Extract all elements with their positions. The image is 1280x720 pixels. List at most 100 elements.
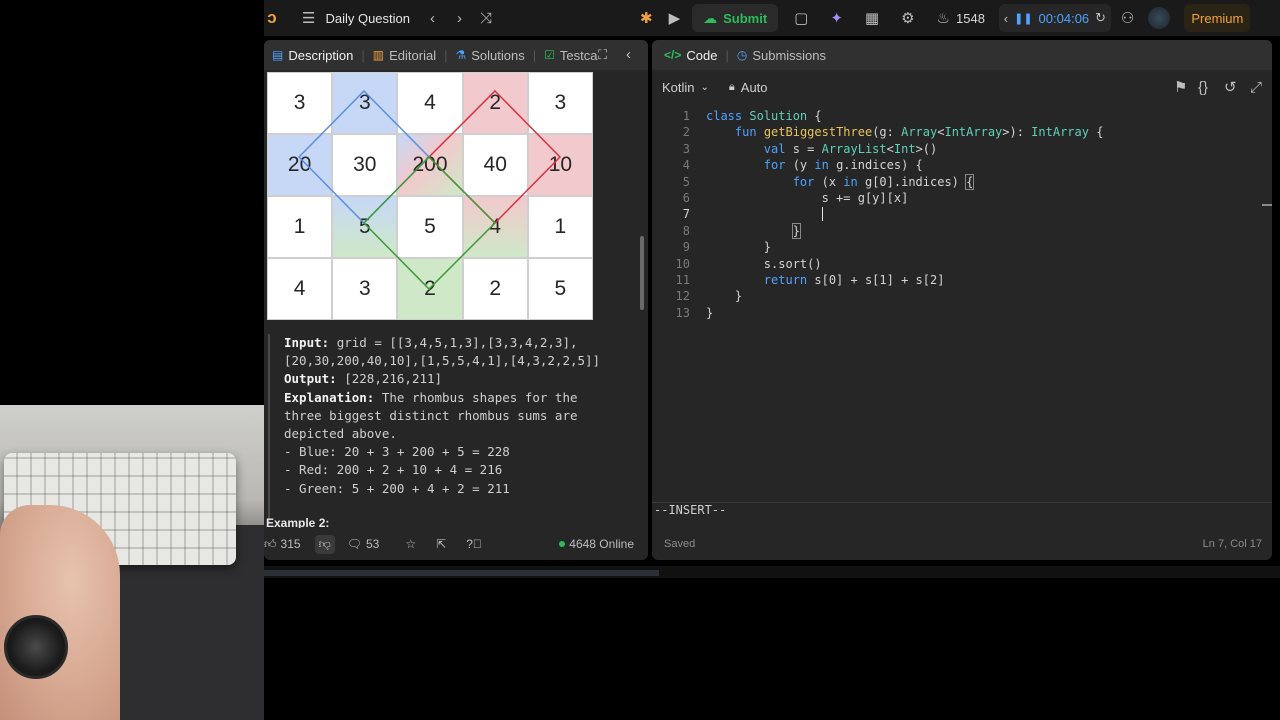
thumbs-up-icon: 👍︎	[264, 536, 277, 551]
pause-icon[interactable]: ❚❚	[1014, 12, 1032, 25]
wristwatch	[4, 615, 68, 679]
online-dot-icon	[559, 541, 566, 547]
code-text: }	[791, 222, 801, 239]
list-icon[interactable]: ☰	[302, 9, 315, 27]
code-line: 2 fun getBiggestThree(g: Array<IntArray>…	[652, 124, 1272, 140]
tab-testcases[interactable]: ☑ Testca	[536, 40, 605, 70]
code-line: 4 for (y in g.indices) {	[652, 157, 1272, 173]
code-line: 1 class Solution {	[652, 108, 1272, 124]
premium-button[interactable]: Premium	[1184, 4, 1251, 32]
bookmark-icon[interactable]: ⚑	[1174, 78, 1187, 96]
bullet-red: - Red: 200 + 2 + 10 + 4 = 216	[284, 462, 503, 478]
code-line: 6 s += g[y][x]	[652, 190, 1272, 206]
note-icon[interactable]: ▢	[794, 9, 808, 27]
code-text: class Solution {	[706, 109, 822, 123]
output-label: Output:	[284, 371, 337, 387]
collapse-chevron-icon[interactable]: ‹	[626, 46, 631, 63]
line-number: 13	[675, 305, 690, 320]
comments-button[interactable]: 🗨︎ 53	[347, 537, 380, 551]
reset-icon[interactable]: ↻	[1095, 10, 1106, 26]
language-select[interactable]: Kotlin ⌄	[662, 80, 709, 95]
description-footer: 👍︎ 315 👎︎ 🗨︎ 53 ☆ ⇱ ?⃝ 4648 Online	[264, 528, 648, 560]
code-brackets-icon: </>	[664, 48, 682, 62]
output-value: [228,216,211]	[344, 371, 443, 387]
bullet-green: - Green: 5 + 200 + 4 + 2 = 211	[284, 480, 510, 496]
timer-value: 00:04:06	[1038, 10, 1090, 26]
editor-toolbar: Kotlin ⌄ 🔒︎ Auto ⚑ {} ↺ ⤢	[652, 74, 1272, 100]
next-problem-chevron-icon[interactable]: ›	[457, 10, 462, 27]
avatar[interactable]	[1148, 7, 1171, 29]
code-text: val s = ArrayList<Int>()	[763, 141, 938, 156]
example-explanation-line-2: three biggest distinct rhombus sums are	[284, 407, 578, 423]
example-explanation-line-3: depicted above.	[284, 426, 397, 442]
code-panel: </> Code | ◷ Submissions Kotlin ⌄ 🔒︎ Aut…	[652, 40, 1272, 560]
tab-editorial[interactable]: ▥ Editorial	[365, 40, 444, 70]
timer-widget[interactable]: ‹ ❚❚ 00:04:06 ↻	[998, 4, 1111, 32]
settings-gear-icon[interactable]: ⚙	[901, 9, 914, 27]
example-output-line: Output: [228,216,211]	[284, 370, 648, 388]
editor-scroll-marker[interactable]	[1262, 204, 1272, 206]
streak-count[interactable]: 1548	[956, 11, 985, 26]
debug-bug-icon[interactable]: ✱	[640, 9, 653, 27]
submit-button[interactable]: ☁ Submit	[692, 4, 779, 32]
solutions-flask-icon: ⚗	[455, 48, 467, 62]
tab-solutions-label: Solutions	[471, 47, 525, 63]
code-line: 9 }	[652, 239, 1272, 255]
streak-fire-icon[interactable]: ♨	[937, 9, 950, 27]
dislike-button[interactable]: 👎︎	[314, 534, 335, 554]
help-icon[interactable]: ?⃝	[466, 537, 482, 551]
top-bar: ↄ ☰ Daily Question ‹ › ⤨ ✱ ▶ ☁ Submit ▢ …	[264, 0, 1280, 36]
tab-code[interactable]: </> Code	[652, 40, 725, 70]
layout-grid-icon[interactable]: ▦	[865, 9, 879, 27]
line-number: 8	[682, 223, 690, 238]
tab-testcases-label: Testca	[559, 47, 598, 63]
editor-footer: Saved Ln 7, Col 17	[652, 528, 1272, 560]
like-button[interactable]: 👍︎ 315	[264, 537, 301, 552]
bottom-strip	[264, 566, 1280, 578]
favorite-star-icon[interactable]: ☆	[405, 537, 416, 551]
tab-submissions-label: Submissions	[752, 47, 827, 63]
reset-code-icon[interactable]: ↺	[1224, 78, 1237, 96]
testcase-check-icon: ☑	[544, 48, 555, 62]
problem-list-title[interactable]: Daily Question	[325, 11, 410, 26]
expand-icon[interactable]: ⛶	[598, 47, 607, 63]
line-number: 4	[682, 158, 690, 173]
online-indicator: 4648 Online	[559, 537, 634, 551]
code-editor[interactable]: 1 class Solution { 2 fun getBiggestThree(…	[652, 108, 1272, 508]
share-icon[interactable]: ⇱	[436, 537, 446, 551]
saved-status: Saved	[664, 538, 696, 550]
example-input-line: Input: grid = [[3,4,5,1,3],[3,3,4,2,3],	[284, 334, 648, 352]
webcam-overlay	[0, 405, 264, 720]
tab-description[interactable]: ▤ Description	[264, 40, 361, 70]
code-text: fun getBiggestThree(g: Array<IntArray>):…	[734, 125, 1104, 140]
code-line: 7	[652, 206, 1272, 222]
add-user-icon[interactable]: ⚇	[1121, 9, 1134, 27]
code-line: 13}	[652, 305, 1272, 321]
right-tabs: </> Code | ◷ Submissions	[652, 40, 1272, 70]
line-number: 6	[682, 190, 690, 205]
blue-rhombus	[297, 89, 431, 225]
code-text: }	[706, 305, 714, 320]
line-number: 1	[682, 109, 690, 123]
lock-icon: 🔒︎	[728, 80, 735, 93]
format-braces-icon[interactable]: {}	[1198, 79, 1208, 96]
run-play-icon[interactable]: ▶	[669, 9, 681, 27]
rhombus-overlay	[297, 89, 562, 291]
sparkle-ai-icon[interactable]: ✦	[830, 9, 843, 27]
timer-collapse-icon[interactable]: ‹	[1004, 11, 1008, 26]
shuffle-icon[interactable]: ⤨	[480, 10, 492, 27]
editorial-book-icon: ▥	[372, 48, 385, 62]
premium-label: Premium	[1191, 10, 1244, 26]
leetcode-logo-icon[interactable]: ↄ	[264, 8, 280, 28]
fullscreen-icon[interactable]: ⤢	[1250, 79, 1262, 96]
auto-mode[interactable]: 🔒︎ Auto	[729, 80, 768, 95]
code-text: s += g[y][x]	[706, 190, 909, 205]
bullet-blue: - Blue: 20 + 3 + 200 + 5 = 228	[284, 444, 510, 460]
cloud-upload-icon: ☁	[703, 9, 718, 26]
prev-problem-chevron-icon[interactable]: ‹	[430, 10, 435, 27]
line-number: 7	[682, 207, 690, 222]
description-scrollbar[interactable]	[640, 236, 644, 310]
thumbs-down-icon: 👎︎	[318, 536, 331, 551]
tab-submissions[interactable]: ◷ Submissions	[729, 40, 834, 70]
tab-solutions[interactable]: ⚗ Solutions	[447, 40, 532, 70]
